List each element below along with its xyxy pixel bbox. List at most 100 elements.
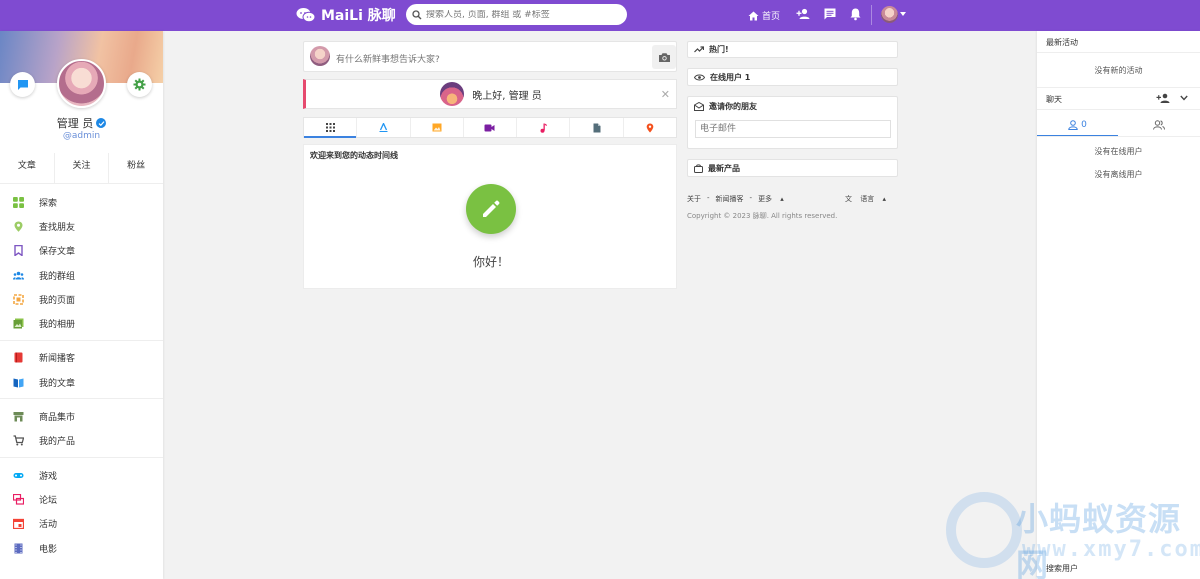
stats-followers-tab[interactable]: 粉丝: [109, 153, 163, 183]
brand-logo[interactable]: MaiLi 脉聊: [296, 5, 396, 25]
tab-location[interactable]: [624, 118, 676, 137]
composer-placeholder[interactable]: 有什么新鲜事想告诉大家?: [336, 52, 440, 65]
grid-icon: [13, 196, 24, 208]
sidebar-item-label: 我的群组: [39, 271, 76, 282]
add-friend-icon[interactable]: [796, 7, 810, 21]
stats-posts-tab[interactable]: 文章: [0, 153, 55, 183]
invite-email-field[interactable]: [695, 120, 891, 138]
image-icon: [432, 123, 442, 132]
notifications-bell-icon[interactable]: [849, 7, 862, 21]
right-rail: 最新活动 没有新的活动 聊天 0 没有在线用户 没有离线用户 搜索用户: [1037, 31, 1200, 579]
gear-icon: [133, 78, 146, 91]
close-icon[interactable]: ✕: [661, 88, 670, 101]
add-contact-icon[interactable]: [1156, 93, 1171, 104]
map-pin-icon: [14, 221, 23, 232]
open-book-icon: [13, 378, 24, 388]
sidebar-item-label: 保存文章: [39, 247, 76, 258]
sidebar-item-label: 商品集市: [39, 413, 76, 424]
tab-all-contacts[interactable]: [1118, 114, 1200, 136]
widget-title: 邀请你的朋友: [694, 101, 757, 112]
trending-up-icon: [694, 46, 704, 53]
footer-language-switch[interactable]: 文 语言 ▴: [845, 194, 892, 204]
left-sidebar: 管理 员 @admin 文章 关注 粉丝 探索 查找朋友 保存文章 我的群组 我…: [0, 31, 163, 579]
post-composer[interactable]: 有什么新鲜事想告诉大家?: [303, 41, 677, 72]
apps-grid-icon: [325, 123, 335, 132]
sidebar-item-forum[interactable]: 论坛: [0, 487, 163, 511]
sidebar-item-label: 我的产品: [39, 437, 76, 448]
divider: [1037, 136, 1200, 137]
sidebar-item-games[interactable]: 游戏: [0, 463, 163, 487]
sidebar-item-find-friends[interactable]: 查找朋友: [0, 214, 163, 238]
bookmark-icon: [14, 245, 23, 257]
pencil-icon: [483, 200, 500, 217]
profile-avatar[interactable]: [57, 59, 106, 108]
eye-icon: [694, 74, 705, 80]
widget-trending[interactable]: 热门!: [687, 41, 898, 58]
widget-latest-products[interactable]: 最新产品: [687, 159, 898, 177]
group-icon: [13, 271, 24, 280]
settings-button[interactable]: [127, 72, 152, 97]
messages-shortcut-button[interactable]: [10, 72, 35, 97]
tab-all[interactable]: [304, 118, 358, 138]
tab-text[interactable]: [357, 118, 411, 137]
search-users-link[interactable]: 搜索用户: [1046, 563, 1078, 574]
footer-about-link[interactable]: 关于: [687, 194, 701, 204]
sidebar-item-explore[interactable]: 探索: [0, 190, 163, 214]
nav-divider: [871, 5, 872, 25]
sidebar-item-marketplace[interactable]: 商品集市: [0, 404, 163, 428]
search-input[interactable]: [426, 9, 616, 20]
messages-icon[interactable]: [823, 7, 837, 21]
sidebar-item-my-pages[interactable]: 我的页面: [0, 287, 163, 311]
profile-name[interactable]: 管理 员: [0, 115, 163, 131]
profile-name-text: 管理 员: [56, 117, 94, 130]
camera-button[interactable]: [652, 45, 676, 69]
nav-home-link[interactable]: 首页: [748, 0, 780, 31]
video-camera-icon: [484, 124, 495, 131]
stats-following-tab[interactable]: 关注: [55, 153, 110, 183]
divider: [1037, 109, 1200, 110]
evening-sky-image: [440, 82, 465, 106]
chat-icon: [17, 79, 28, 90]
chat-bubbles-icon: [296, 8, 316, 23]
widget-title: 热门!: [694, 42, 729, 57]
sidebar-item-my-articles[interactable]: 我的文章: [0, 370, 163, 394]
divider: [0, 183, 163, 184]
user-icon: [1068, 120, 1078, 130]
profile-handle[interactable]: @admin: [0, 131, 163, 141]
global-search[interactable]: [406, 4, 627, 25]
sidebar-item-saved-posts[interactable]: 保存文章: [0, 239, 163, 263]
footer-news-link[interactable]: 新闻播客: [716, 194, 744, 204]
user-avatar-menu[interactable]: [881, 6, 898, 23]
sidebar-item-events[interactable]: 活动: [0, 512, 163, 536]
tab-videos[interactable]: [464, 118, 518, 137]
chevron-down-icon[interactable]: [900, 12, 906, 16]
tab-online-contacts[interactable]: 0: [1037, 114, 1118, 136]
footer-separator: -: [749, 194, 753, 202]
shopping-bag-icon: [694, 163, 703, 173]
sidebar-item-label: 电影: [39, 544, 58, 555]
sidebar-item-my-products[interactable]: 我的产品: [0, 429, 163, 453]
tab-files[interactable]: [570, 118, 624, 137]
sidebar-item-my-groups[interactable]: 我的群组: [0, 263, 163, 287]
music-note-icon: [540, 123, 548, 133]
create-post-button[interactable]: [466, 184, 516, 234]
sidebar-item-news-feed[interactable]: 新闻播客: [0, 346, 163, 370]
chat-title: 聊天: [1046, 95, 1062, 104]
nav-home-label: 首页: [762, 12, 781, 22]
footer-more-link[interactable]: 更多 ▴: [758, 194, 790, 204]
footer-links: 关于 - 新闻播客 - 更多 ▴ 文 语言 ▴: [687, 194, 898, 204]
sidebar-item-label: 我的页面: [39, 295, 76, 306]
widget-online-users[interactable]: 在线用户 1: [687, 68, 898, 86]
sidebar-item-my-albums[interactable]: 我的相册: [0, 311, 163, 335]
widget-title-text: 最新产品: [708, 163, 740, 173]
text-format-icon: [379, 123, 388, 132]
tab-music[interactable]: [517, 118, 571, 137]
tab-photos[interactable]: [411, 118, 464, 137]
widget-title-text: 邀请你的朋友: [709, 102, 757, 111]
book-icon: [14, 352, 23, 363]
divider: [1037, 87, 1200, 88]
greeting-text: 晚上好, 管理 员: [472, 90, 542, 102]
chevron-down-icon[interactable]: [1180, 95, 1188, 101]
envelope-icon: [694, 102, 704, 111]
sidebar-item-movies[interactable]: 电影: [0, 536, 163, 560]
